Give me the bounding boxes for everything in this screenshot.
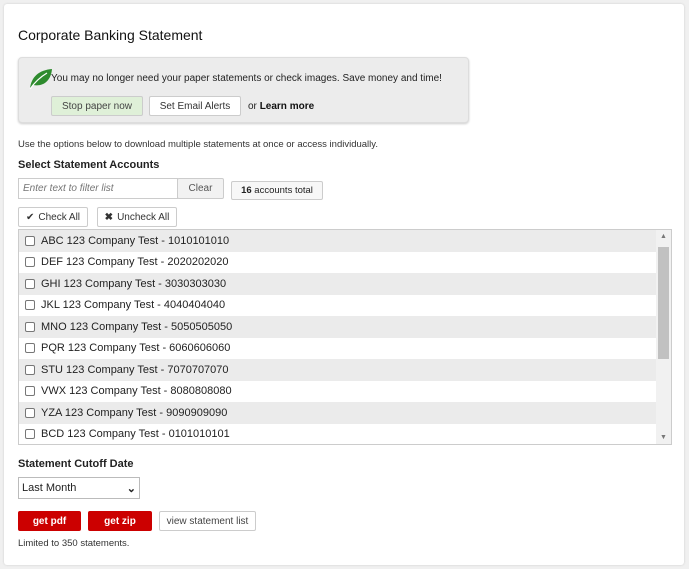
account-label: ABC 123 Company Test - 1010101010 [41,234,230,247]
account-label: GHI 123 Company Test - 3030303030 [41,277,227,290]
account-label: DEF 123 Company Test - 2020202020 [41,256,229,269]
uncheck-all-button[interactable]: ✖ Uncheck All [97,207,177,227]
accounts-list: ABC 123 Company Test - 1010101010 DEF 123… [18,229,672,445]
accounts-total-label: accounts total [251,185,313,196]
account-row[interactable]: GHI 123 Company Test - 3030303030 [19,273,656,295]
scroll-up-icon[interactable]: ▲ [660,233,667,240]
account-row[interactable]: DEF 123 Company Test - 2020202020 [19,252,656,274]
statement-card: Corporate Banking Statement You may no l… [4,4,684,565]
cutoff-date-value: Last Month [22,482,77,494]
account-row[interactable]: STU 123 Company Test - 7070707070 [19,359,656,381]
account-checkbox[interactable] [25,257,35,268]
account-checkbox[interactable] [25,343,35,354]
stop-paper-button[interactable]: Stop paper now [51,96,143,116]
or-text: or [248,101,257,112]
scroll-down-icon[interactable]: ▼ [660,434,667,441]
account-row[interactable]: JKL 123 Company Test - 4040404040 [19,295,656,317]
chevron-down-icon: ⌄ [126,483,136,495]
paperless-promo: You may no longer need your paper statem… [18,57,469,123]
account-checkbox[interactable] [25,300,35,311]
account-checkbox[interactable] [25,321,35,332]
account-label: YZA 123 Company Test - 9090909090 [41,406,228,419]
accounts-total-badge: 16 accounts total [231,181,323,200]
intro-text: Use the options below to download multip… [18,139,378,150]
cutoff-date-label: Statement Cutoff Date [18,458,134,470]
view-statement-list-button[interactable]: view statement list [159,511,256,531]
accounts-count: 16 [241,185,252,196]
account-label: JKL 123 Company Test - 4040404040 [41,299,226,312]
check-all-label: Check All [38,211,81,223]
learn-more-link[interactable]: Learn more [260,101,314,112]
get-zip-button[interactable]: get zip [88,511,152,531]
clear-button[interactable]: Clear [177,178,224,199]
account-label: MNO 123 Company Test - 5050505050 [41,320,233,333]
x-icon: ✖ [104,211,114,223]
uncheck-all-label: Uncheck All [117,211,170,223]
account-checkbox[interactable] [25,235,35,246]
account-checkbox[interactable] [25,278,35,289]
leaf-icon [29,69,52,90]
account-row[interactable]: PQR 123 Company Test - 6060606060 [19,338,656,360]
account-checkbox[interactable] [25,386,35,397]
promo-text: You may no longer need your paper statem… [51,73,442,84]
account-row[interactable]: MNO 123 Company Test - 5050505050 [19,316,656,338]
set-email-alerts-button[interactable]: Set Email Alerts [149,96,241,116]
scrollbar-thumb[interactable] [658,247,669,359]
filter-input[interactable] [18,178,178,199]
page-title: Corporate Banking Statement [18,27,203,43]
account-checkbox[interactable] [25,407,35,418]
scrollbar[interactable]: ▲ ▼ [656,230,671,444]
account-label: VWX 123 Company Test - 8080808080 [41,385,232,398]
account-label: BCD 123 Company Test - 0101010101 [41,428,230,441]
get-pdf-button[interactable]: get pdf [18,511,81,531]
check-all-button[interactable]: ✔ Check All [18,207,88,227]
account-checkbox[interactable] [25,429,35,440]
account-row[interactable]: YZA 123 Company Test - 9090909090 [19,402,656,424]
account-row[interactable]: BCD 123 Company Test - 0101010101 [19,424,656,445]
account-label: STU 123 Company Test - 7070707070 [41,363,229,376]
checkmark-icon: ✔ [25,211,35,223]
account-checkbox[interactable] [25,364,35,375]
account-row[interactable]: ABC 123 Company Test - 1010101010 [19,230,656,252]
account-label: PQR 123 Company Test - 6060606060 [41,342,231,355]
cutoff-date-select[interactable]: Last Month ⌄ [18,477,140,499]
account-row[interactable]: VWX 123 Company Test - 8080808080 [19,381,656,403]
select-accounts-heading: Select Statement Accounts [18,159,160,171]
limit-note: Limited to 350 statements. [18,538,130,549]
